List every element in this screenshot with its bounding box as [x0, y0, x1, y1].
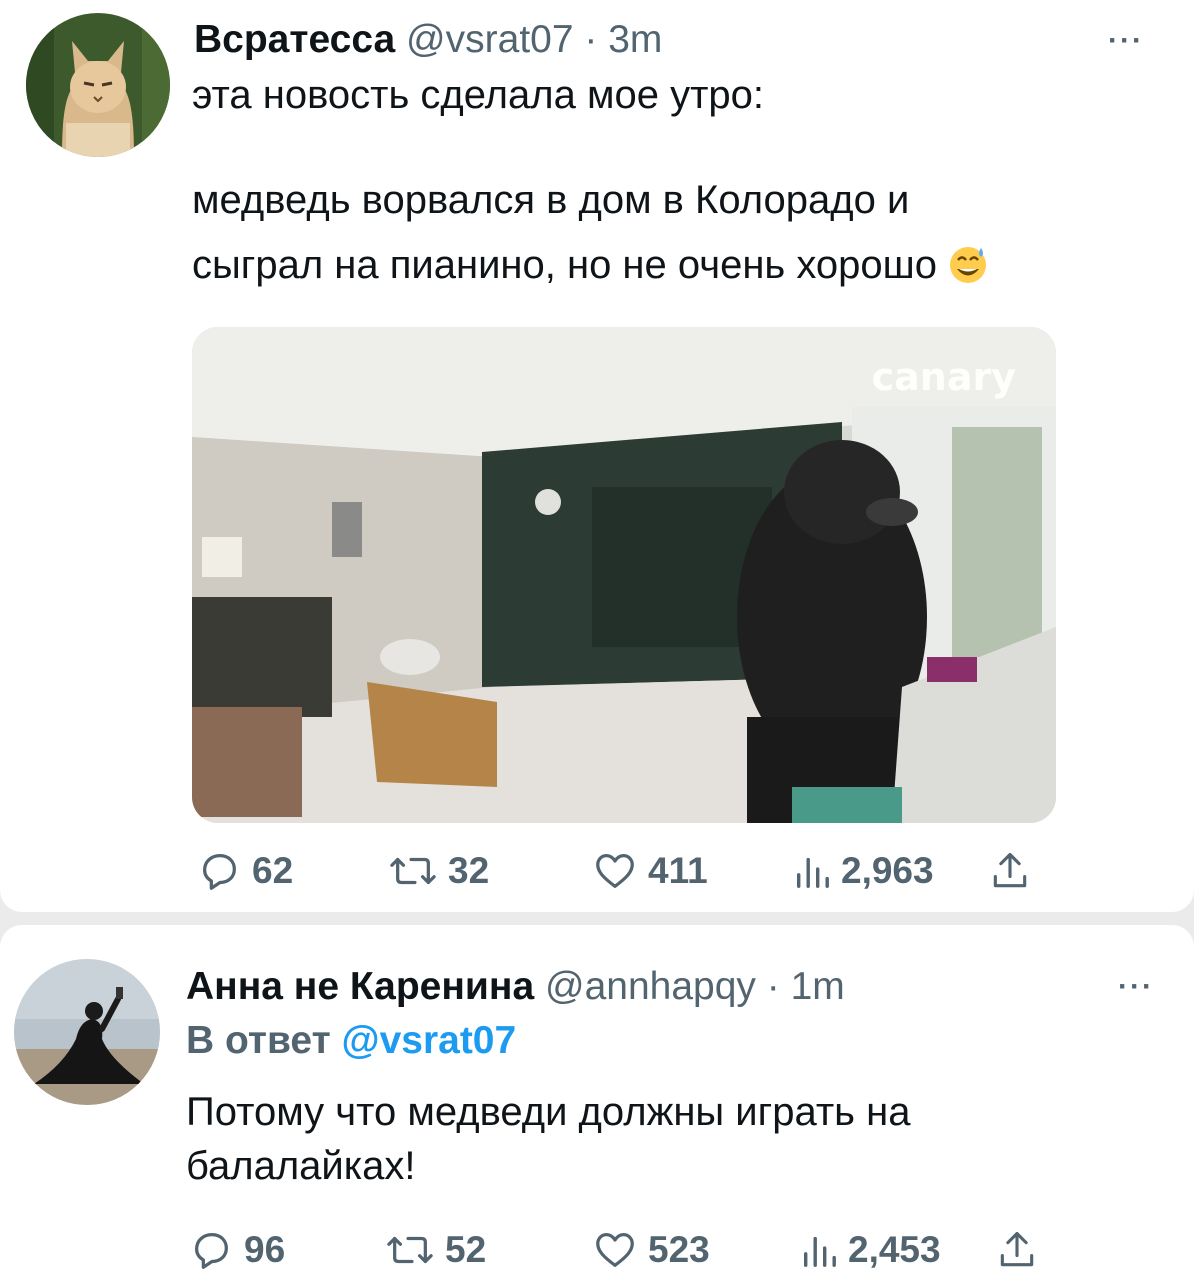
tweet-text-line: медведь ворвался в дом в Колорадо и [192, 178, 910, 222]
tweet-text-line: сыграл на пианино, но не очень хорошо [192, 235, 988, 295]
reply-count: 96 [244, 1229, 286, 1270]
share-icon[interactable] [995, 1228, 1039, 1272]
like-count: 411 [648, 850, 708, 891]
action-bar: 62 32 411 2,963 [0, 841, 1194, 901]
sweat-smile-emoji-icon [950, 247, 987, 283]
tweet-header: Всратесса @vsrat07 · 3m [194, 18, 662, 62]
views-count: 2,453 [848, 1229, 941, 1270]
author-name[interactable]: Анна не Каренина [186, 965, 534, 1008]
retweet-count: 32 [448, 850, 490, 891]
retweet-icon [390, 857, 436, 885]
like-button[interactable]: 523 [592, 1220, 710, 1280]
more-options-icon[interactable]: ··· [1108, 24, 1144, 58]
timestamp[interactable]: 1m [791, 965, 845, 1008]
separator: · [766, 965, 780, 1008]
author-handle[interactable]: @annhapqy [545, 965, 756, 1008]
tweet-media-image[interactable]: canary [192, 327, 1056, 823]
reply-button[interactable]: 62 [196, 841, 293, 901]
views-count: 2,963 [841, 850, 934, 891]
reply-handle-link[interactable]: @vsrat07 [342, 1019, 517, 1062]
views-button[interactable]: 2,453 [800, 1220, 941, 1280]
more-options-icon[interactable]: ··· [1118, 970, 1154, 1004]
views-icon [803, 1236, 836, 1267]
tweet-text-line: балалайках! [186, 1144, 416, 1188]
reply-count: 62 [252, 850, 294, 891]
tweet-header: Анна не Каренина @annhapqy · 1m [186, 965, 845, 1009]
media-watermark: canary [871, 355, 1016, 399]
tweet-text-content: сыграл на пианино, но не очень хорошо [192, 243, 937, 287]
retweet-count: 52 [445, 1229, 487, 1270]
reply-prefix: В ответ [186, 1019, 331, 1062]
heart-icon [596, 1233, 634, 1267]
tweet-card[interactable]: Анна не Каренина @annhapqy · 1m ··· В от… [0, 925, 1194, 1280]
tweet-text-line: эта новость сделала мое утро: [192, 73, 764, 117]
separator: · [584, 18, 598, 61]
retweet-button[interactable]: 52 [385, 1220, 486, 1280]
share-icon[interactable] [988, 849, 1032, 893]
reply-icon [202, 854, 236, 890]
reply-button[interactable]: 96 [188, 1220, 285, 1280]
action-bar: 96 52 523 2,453 [0, 1220, 1194, 1280]
avatar[interactable] [14, 959, 160, 1105]
reply-icon [194, 1233, 228, 1269]
tweet-card[interactable]: Всратесса @vsrat07 · 3m ··· эта новость … [0, 0, 1194, 912]
author-name[interactable]: Всратесса [194, 18, 395, 61]
tweet-text-line: Потому что медведи должны играть на [186, 1090, 911, 1134]
like-button[interactable]: 411 [592, 841, 708, 901]
reply-context: В ответ @vsrat07 [186, 1019, 516, 1063]
retweet-icon [387, 1236, 433, 1264]
views-button[interactable]: 2,963 [793, 841, 934, 901]
retweet-button[interactable]: 32 [388, 841, 489, 901]
author-handle[interactable]: @vsrat07 [406, 18, 573, 61]
avatar[interactable] [26, 13, 170, 157]
timestamp[interactable]: 3m [608, 18, 662, 61]
views-icon [796, 857, 829, 888]
heart-icon [596, 854, 634, 888]
like-count: 523 [648, 1229, 710, 1270]
